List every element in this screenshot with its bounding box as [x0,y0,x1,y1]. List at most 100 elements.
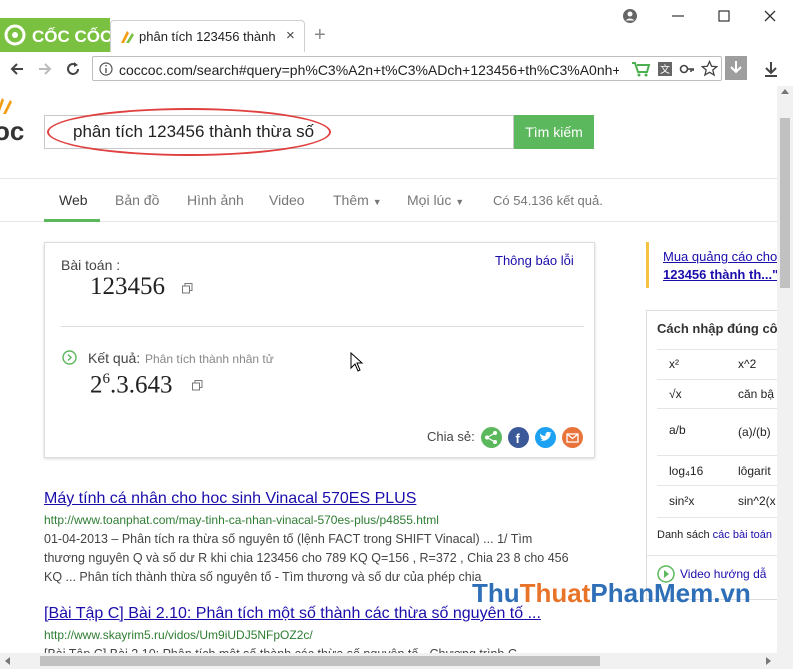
address-bar[interactable]: coccoc.com/search#query=ph%C3%A2n+t%C3%A… [92,56,722,81]
row-divider [657,408,793,409]
highlight-oval [47,108,331,156]
input-cell: sin^2(x [738,494,776,508]
browser-toolbar: coccoc.com/search#query=ph%C3%A2n+t%C3%A… [0,52,793,87]
result-url[interactable]: http://www.skayrim5.ru/vidos/Um9iUDJ5NFp… [44,628,313,642]
minimize-icon[interactable] [670,8,686,24]
svg-text:文: 文 [660,63,670,76]
copy-icon[interactable] [192,380,203,391]
row-divider [657,455,793,456]
symbol-cell: x² [669,357,679,371]
report-error-link[interactable]: Thông báo lỗi [495,253,574,268]
nav-divider [0,221,793,222]
svg-text:f: f [516,431,521,446]
email-icon[interactable] [562,427,583,448]
download-icon[interactable] [762,60,780,78]
panel-title: Cách nhập đúng cô [657,321,778,336]
forward-arrow-icon[interactable] [36,60,54,78]
snippet-line: [Bài Tập C] Bài 2.10: Phân tích một số t… [44,645,604,653]
tab-close-button[interactable]: × [286,27,295,44]
share-label: Chia sẻ: [427,429,475,444]
back-arrow-icon[interactable] [8,60,26,78]
tab-anytime-label: Mọi lúc [407,192,452,208]
browser-tab[interactable]: phân tích 123456 thành thừa số × [110,20,305,52]
browser-logo-text: CỐC CỐC [32,27,113,46]
page-header: oc phân tích 123456 thành thừa số Tìm ki… [0,86,793,179]
row-divider [657,485,793,486]
tab-video[interactable]: Video [269,192,305,208]
result-title[interactable]: [Bài Tập C] Bài 2.10: Phân tích một số t… [44,605,541,623]
problem-list-link[interactable]: các bài toán [713,529,772,541]
symbol-cell: √x [669,387,682,401]
input-cell: x^2 [738,357,757,371]
title-bar: CỐC CỐC phân tích 123456 thành thừa số ×… [0,0,793,52]
problem-label: Bài toán : [61,257,121,273]
watermark: ThuThuatPhanMem.vn [472,578,751,609]
result-sublabel: Phân tích thành nhân tử [145,352,274,366]
maximize-icon[interactable] [716,8,732,24]
new-tab-button[interactable]: + [314,24,326,47]
reload-icon[interactable] [64,60,82,78]
ad-link[interactable]: Mua quảng cáo cho [663,249,777,264]
problem-list-prefix: Danh sách [657,529,710,541]
scroll-left-icon[interactable] [4,657,12,665]
scroll-up-icon[interactable] [781,88,789,96]
search-button[interactable]: Tìm kiếm [514,115,594,149]
horizontal-scroll-thumb[interactable] [40,656,600,666]
result-base: 2 [90,371,103,399]
input-cell: (a)/(b) [738,425,771,439]
result-label: Kết quả: [88,350,141,366]
download-box-icon[interactable] [725,56,747,80]
twitter-icon[interactable] [535,427,556,448]
problem-value: 123456 [90,273,165,300]
tab-more[interactable]: Thêm ▼ [333,192,382,208]
facebook-icon[interactable]: f [508,427,529,448]
answer-box: Bài toán : 123456 Thông báo lỗi Kết quả:… [44,242,595,458]
watermark-part: Thuat [519,578,591,608]
tab-more-label: Thêm [333,192,369,208]
translate-icon[interactable]: 文 [657,61,673,77]
mouse-cursor-icon [350,352,364,372]
ad-link-keyword[interactable]: 123456 thành th..." [663,267,778,282]
input-cell: căn bậ [738,387,775,401]
info-icon[interactable] [99,62,113,76]
result-rest: .3.643 [110,371,173,399]
result-exponent: 6 [102,371,111,387]
tab-images[interactable]: Hình ảnh [187,192,244,208]
symbol-cell: log₄16 [669,464,704,478]
input-cell: lôgarit [738,464,771,478]
tab-web[interactable]: Web [59,192,88,208]
tab-maps[interactable]: Bản đồ [115,192,159,208]
watermark-part: .vn [713,578,751,608]
result-title[interactable]: Máy tính cá nhân cho hoc sinh Vinacal 57… [44,490,416,508]
result-value: 26.3.643 [90,371,173,399]
watermark-part: PhanMem [590,578,714,608]
watermark-part: Thu [472,578,520,608]
symbol-cell: a/b [669,423,686,437]
site-logo-text[interactable]: oc [0,116,24,147]
chevron-circle-icon[interactable] [62,350,77,365]
bookmark-star-icon[interactable] [701,60,718,77]
vertical-scroll-thumb[interactable] [780,118,790,288]
result-url[interactable]: http://www.toanphat.com/may-tinh-ca-nhan… [44,513,439,527]
key-icon[interactable] [679,61,695,77]
coccoc-logo-icon [4,24,26,46]
snippet-line: 01-04-2013 – Phân tích ra thừa số nguyên… [44,532,533,546]
result-snippet: [Bài Tập C] Bài 2.10: Phân tích một số t… [44,645,604,653]
symbol-cell: sin²x [669,494,695,508]
cart-icon[interactable] [631,60,651,77]
url-text[interactable]: coccoc.com/search#query=ph%C3%A2n+t%C3%A… [119,62,619,78]
account-icon[interactable] [622,8,638,24]
active-tab-indicator [44,219,100,222]
copy-icon[interactable] [182,283,193,294]
scroll-right-icon[interactable] [764,657,772,665]
row-divider [657,379,793,380]
close-icon[interactable] [762,8,778,24]
input-guide-panel: Cách nhập đúng cô x² x^2 √x căn bậ a/b (… [646,310,793,600]
ad-box: Mua quảng cáo cho 123456 thành th..." [646,242,793,288]
tab-anytime[interactable]: Mọi lúc ▼ [407,192,464,208]
problem-list: Danh sách các bài toán [657,529,772,541]
answer-divider [61,326,584,327]
share-icon[interactable] [481,427,502,448]
caret-down-icon: ▼ [372,197,382,207]
snippet-line: thương nguyên Q và số dư R khi chia 1234… [44,551,569,565]
